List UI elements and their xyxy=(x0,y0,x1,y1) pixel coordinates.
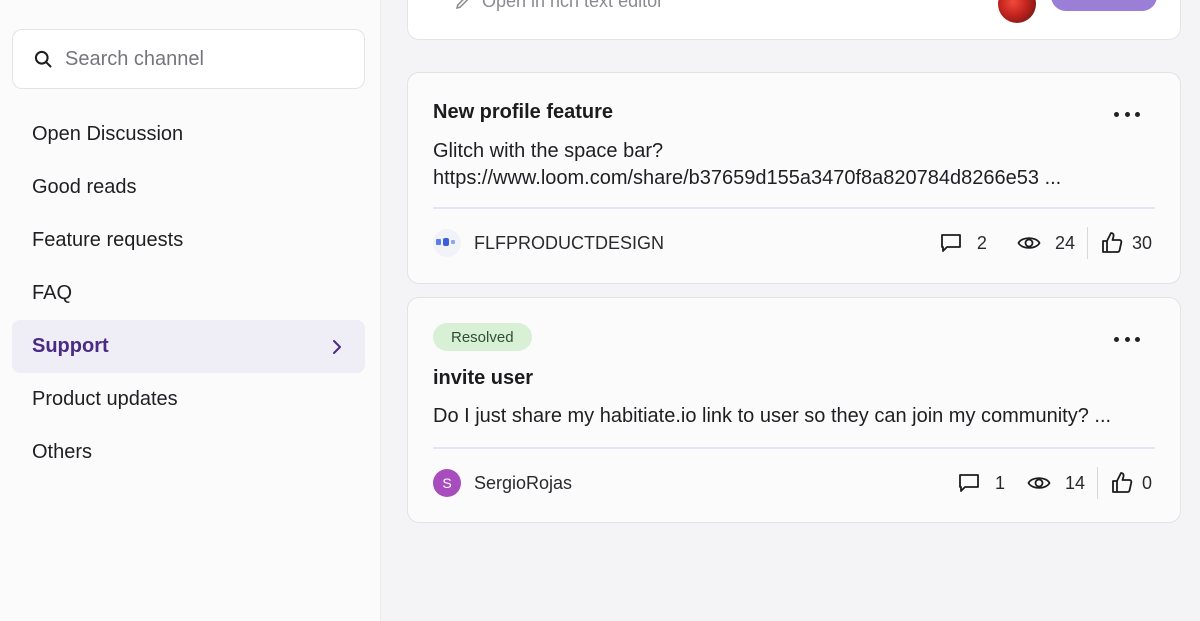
more-options-button[interactable] xyxy=(1114,332,1140,346)
post-card[interactable]: Resolved invite user Do I just share my … xyxy=(407,297,1181,523)
like-count-value: 0 xyxy=(1141,472,1152,493)
dot-icon xyxy=(1114,111,1119,117)
view-count: 24 xyxy=(1017,231,1075,255)
post-excerpt: Do I just share my habitiate.io link to … xyxy=(433,405,1112,427)
author-name[interactable]: SergioRojas xyxy=(474,473,572,494)
stat-divider xyxy=(1096,467,1098,499)
sidebar-header-fragment: · · · · · xyxy=(22,0,105,8)
like-button[interactable]: 0 xyxy=(1110,471,1152,495)
search-icon xyxy=(34,50,52,68)
view-count: 14 xyxy=(1027,471,1085,495)
post-footer: FLFPRODUCTDESIGN 2 24 30 xyxy=(433,227,1152,259)
more-options-button[interactable] xyxy=(1114,107,1140,121)
channel-item-feature-requests[interactable]: Feature requests xyxy=(12,214,365,267)
comment-count-value: 1 xyxy=(994,472,1005,493)
post-title[interactable]: New profile feature xyxy=(433,101,613,124)
post-card[interactable]: New profile feature Glitch with the spac… xyxy=(407,72,1181,284)
channel-item-faq[interactable]: FAQ xyxy=(12,267,365,320)
dot-icon xyxy=(1124,336,1130,342)
brand-logo-icon xyxy=(436,238,455,246)
dot-icon xyxy=(1135,336,1140,342)
post-footer: S SergioRojas 1 14 0 xyxy=(433,467,1152,499)
channel-label: Support xyxy=(32,335,109,357)
author-avatar[interactable] xyxy=(433,229,461,257)
channel-label: FAQ xyxy=(32,282,73,304)
channel-item-support[interactable]: Support xyxy=(12,320,365,373)
post-stats: 2 24 30 xyxy=(939,227,1152,259)
dot-icon xyxy=(1135,111,1140,117)
rich-text-link-label: Open in rich text editor xyxy=(482,0,664,11)
stat-divider xyxy=(1086,227,1088,259)
eye-icon xyxy=(1017,237,1041,249)
author-name[interactable]: FLFPRODUCTDESIGN xyxy=(474,233,664,254)
post-stats: 1 14 0 xyxy=(957,467,1152,499)
search-channel-box[interactable] xyxy=(12,29,365,89)
comment-count-value: 2 xyxy=(976,232,987,253)
view-count-value: 14 xyxy=(1064,472,1085,493)
channel-item-others[interactable]: Others xyxy=(12,426,365,479)
channel-label: Feature requests xyxy=(32,229,184,251)
channel-list: Open Discussion Good reads Feature reque… xyxy=(12,108,365,479)
channel-item-open-discussion[interactable]: Open Discussion xyxy=(12,108,365,161)
pen-icon xyxy=(455,0,468,9)
comment-count[interactable]: 1 xyxy=(957,471,1005,495)
post-composer: Open in rich text editor Post xyxy=(407,0,1181,40)
dot-icon xyxy=(1114,336,1119,342)
post-button[interactable]: Post xyxy=(1051,0,1157,11)
eye-icon xyxy=(1027,477,1051,489)
divider xyxy=(433,207,1155,209)
search-channel-input[interactable] xyxy=(65,47,345,71)
chevron-right-icon xyxy=(333,339,341,354)
dot-icon xyxy=(1124,111,1130,117)
thumbs-up-icon xyxy=(1112,472,1133,493)
author-avatar[interactable]: S xyxy=(433,469,461,497)
comment-count[interactable]: 2 xyxy=(939,231,987,255)
channel-sidebar: · · · · · Open Discussion Good reads Fea… xyxy=(0,0,381,621)
view-count-value: 24 xyxy=(1054,232,1075,253)
comment-icon xyxy=(959,474,979,492)
divider xyxy=(433,447,1155,449)
channel-label: Others xyxy=(32,441,93,463)
like-button[interactable]: 30 xyxy=(1100,231,1152,255)
user-avatar[interactable] xyxy=(998,0,1036,23)
status-badge-resolved: Resolved xyxy=(433,323,532,351)
like-count-value: 30 xyxy=(1131,232,1152,253)
post-excerpt: Glitch with the space bar? https://www.l… xyxy=(433,140,1062,189)
open-rich-text-editor-link[interactable]: Open in rich text editor xyxy=(454,0,663,12)
post-title[interactable]: invite user xyxy=(433,367,533,390)
thumbs-up-icon xyxy=(1102,232,1123,253)
channel-label: Product updates xyxy=(32,388,178,410)
channel-item-good-reads[interactable]: Good reads xyxy=(12,161,365,214)
channel-label: Good reads xyxy=(32,176,137,198)
avatar-initial: S xyxy=(442,475,452,491)
comment-icon xyxy=(941,234,961,252)
post-feed: Open in rich text editor Post New profil… xyxy=(381,0,1200,621)
channel-item-product-updates[interactable]: Product updates xyxy=(12,373,365,426)
channel-label: Open Discussion xyxy=(32,123,184,145)
